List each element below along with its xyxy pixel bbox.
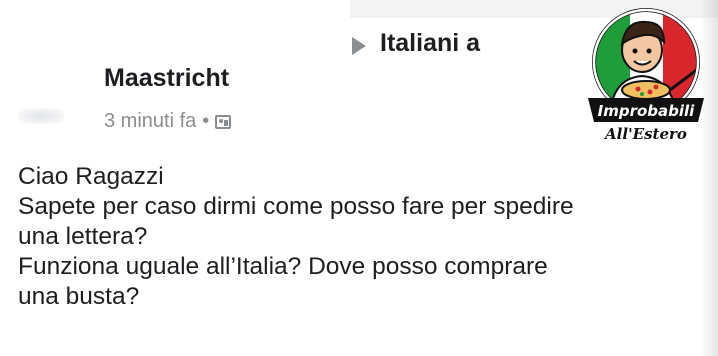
group-audience-icon[interactable] xyxy=(215,114,232,129)
watermark-line1: Improbabili xyxy=(598,102,696,120)
post-line: Funziona uguale all’Italia? Dove posso c… xyxy=(18,253,548,280)
avatar[interactable] xyxy=(18,108,64,124)
improbabili-watermark-logo: Improbabili All'Estero xyxy=(588,8,704,143)
timestamp[interactable]: 3 minuti fa xyxy=(104,110,196,133)
meta-separator: • xyxy=(202,110,210,132)
post-meta: 3 minuti fa • xyxy=(104,110,232,133)
watermark-line2: All'Estero xyxy=(603,125,687,143)
post-body: Ciao Ragazzi Sapete per caso dirmi come … xyxy=(18,162,708,312)
edge-shadow xyxy=(700,0,718,356)
post-line: Ciao Ragazzi xyxy=(18,163,164,190)
top-strip xyxy=(0,0,350,18)
post-line: una busta? xyxy=(18,283,140,310)
arrow-right-icon xyxy=(352,37,366,55)
group-name-link[interactable]: Italiani a xyxy=(380,29,480,58)
post-line: una lettera? xyxy=(18,223,148,250)
group-name-link-cont[interactable]: Maastricht xyxy=(104,64,229,93)
post-screenshot: Italiani a Maastricht 3 minuti fa • Ciao… xyxy=(0,0,718,356)
post-line: Sapete per caso dirmi come posso fare pe… xyxy=(18,193,574,220)
